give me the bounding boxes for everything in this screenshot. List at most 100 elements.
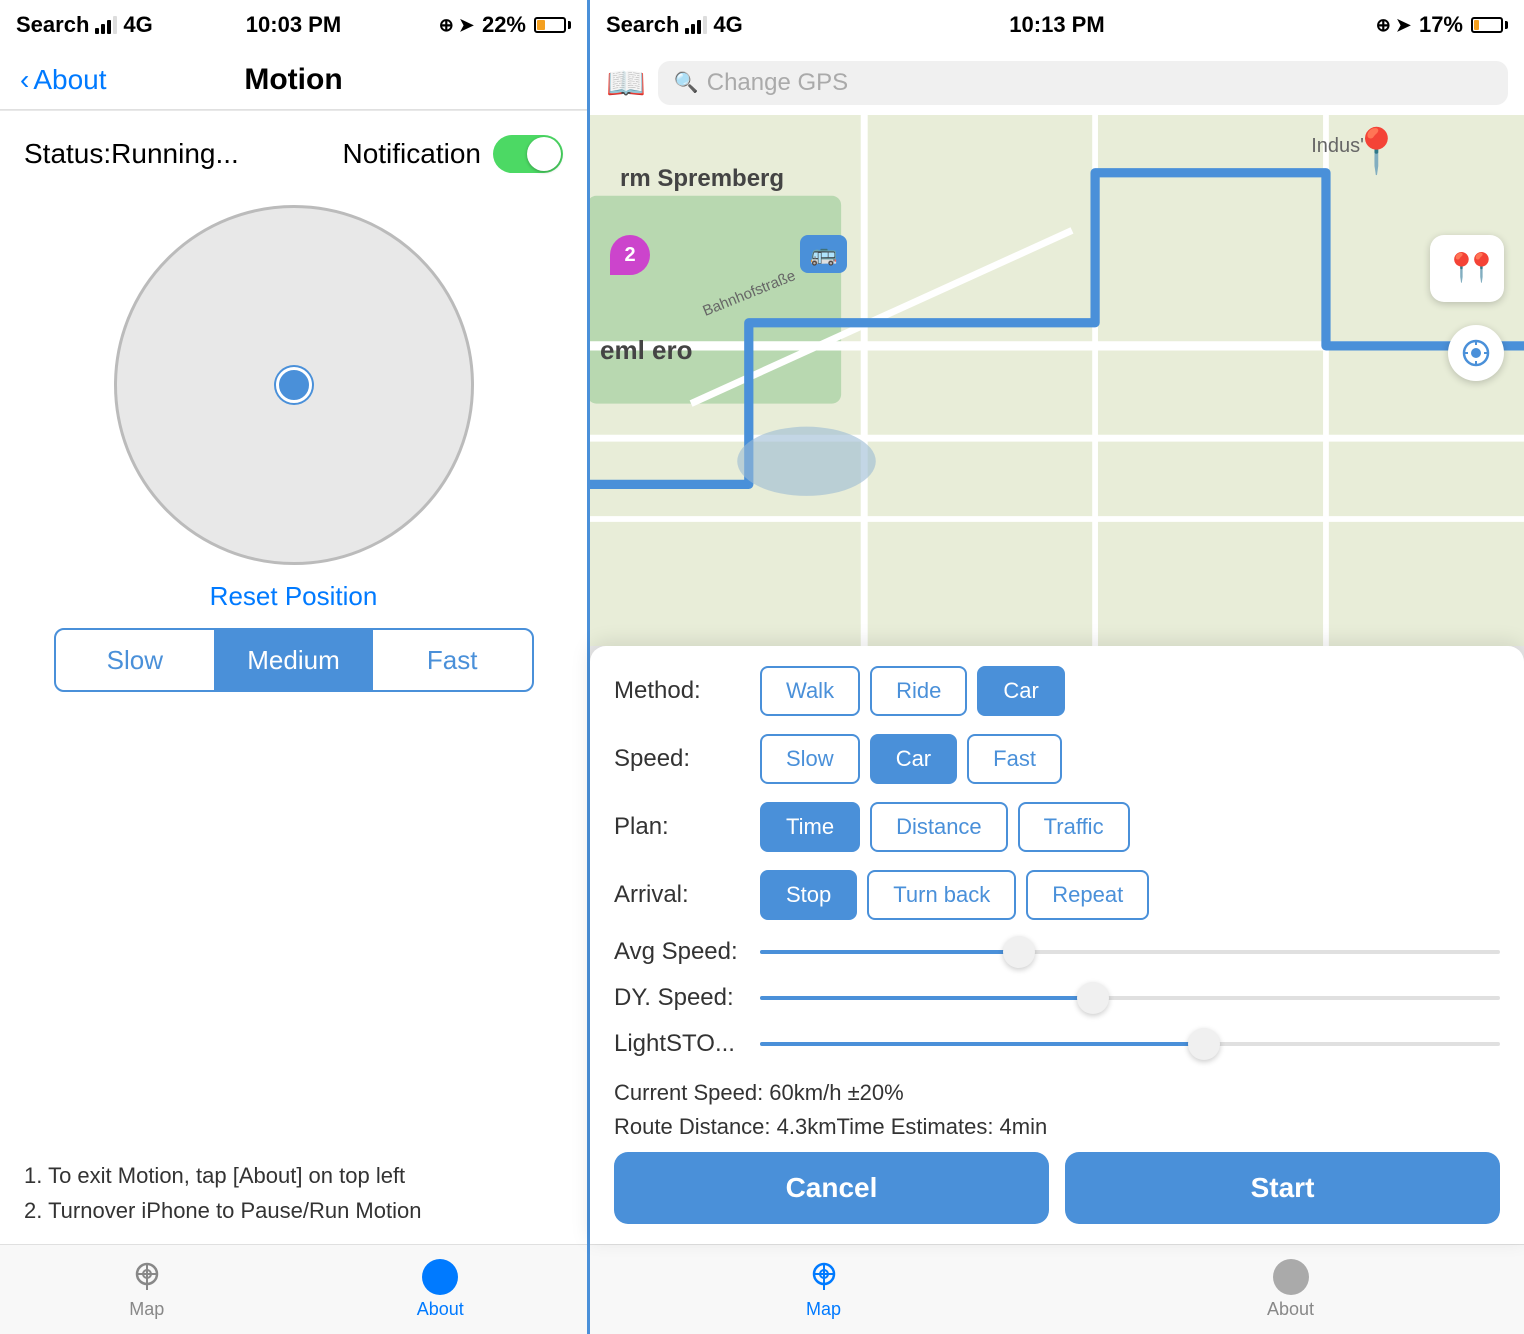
arrival-label: Arrival: [614,881,744,909]
right-status-right: ⊕ ➤ 17% [1376,12,1508,38]
avg-speed-track [760,950,1500,954]
arrival-repeat[interactable]: Repeat [1026,870,1149,920]
method-car[interactable]: Car [977,666,1064,716]
left-tab-map-label: Map [129,1299,164,1320]
left-status-bar: Search 4G 10:03 PM ⊕ ➤ 22% [0,0,587,50]
instructions: 1. To exit Motion, tap [About] on top le… [0,1142,587,1244]
right-tab-map-label: Map [806,1299,841,1320]
location-pin-top: 📍 [1349,125,1404,177]
light-label: LightSTO... [614,1030,744,1058]
right-time: 10:13 PM [1009,12,1104,38]
search-input-container[interactable]: 🔍 Change GPS [658,61,1508,105]
method-row: Method: Walk Ride Car [614,666,1500,716]
page-title: Motion [244,63,342,97]
map-city2-label: eml ero [600,335,693,366]
about-icon-active [422,1259,458,1295]
speed-slow[interactable]: Slow [760,734,860,784]
right-carrier: Search [606,12,679,38]
search-placeholder: Change GPS [707,69,848,97]
right-about-icon [1273,1259,1309,1295]
signal-bar-1 [95,28,99,34]
left-tab-map[interactable]: Map [0,1245,294,1334]
left-location-icon: ⊕ ➤ [439,15,474,36]
control-panel: Method: Walk Ride Car Speed: Slow Car Fa… [590,646,1524,1244]
speed-row: Speed: Slow Car Fast [614,734,1500,784]
left-panel: Search 4G 10:03 PM ⊕ ➤ 22% ‹ About [0,0,590,1334]
light-slider[interactable] [760,1042,1500,1046]
dy-speed-row: DY. Speed: [614,984,1500,1012]
instruction-2: 2. Turnover iPhone to Pause/Run Motion [24,1193,563,1228]
speed-fast[interactable]: Fast [967,734,1062,784]
method-options: Walk Ride Car [760,666,1065,716]
back-label: About [33,64,106,96]
left-battery-pct: 22% [482,12,526,38]
dy-speed-slider[interactable] [760,996,1500,1000]
current-location-button[interactable] [1448,325,1504,381]
right-panel: Search 4G 10:13 PM ⊕ ➤ 17% 📖 🔍 [590,0,1524,1334]
cancel-button[interactable]: Cancel [614,1152,1049,1224]
right-tab-map[interactable]: Map [590,1245,1057,1334]
plan-row: Plan: Time Distance Traffic [614,802,1500,852]
right-tab-about-label: About [1267,1299,1314,1320]
right-network: 4G [713,12,742,38]
back-chevron-icon: ‹ [20,64,29,96]
signal-bar-3 [107,20,111,34]
start-button[interactable]: Start [1065,1152,1500,1224]
right-battery-pct: 17% [1419,12,1463,38]
speed-car[interactable]: Car [870,734,957,784]
plan-time[interactable]: Time [760,802,860,852]
reset-position-button[interactable]: Reset Position [210,581,378,612]
avg-speed-label: Avg Speed: [614,938,744,966]
map-icon [129,1259,165,1295]
method-ride[interactable]: Ride [870,666,967,716]
speed-medium[interactable]: Medium [214,630,373,690]
method-label: Method: [614,677,744,705]
svg-text:📍: 📍 [1464,251,1492,284]
arrival-options: Stop Turn back Repeat [760,870,1149,920]
r-signal-bar-1 [685,28,689,34]
right-status-bar: Search 4G 10:13 PM ⊕ ➤ 17% [590,0,1524,50]
notification-row: Notification [342,135,563,173]
route-pins-button[interactable]: 📍 📍 [1430,235,1504,302]
left-time: 10:03 PM [246,12,341,38]
plan-label: Plan: [614,813,744,841]
map-background: rm Spremberg Indus' Bahnhofstraße eml er… [590,115,1524,646]
back-button[interactable]: ‹ About [20,64,107,96]
status-text: Status:Running... [24,138,239,170]
notification-label: Notification [342,138,481,170]
method-walk[interactable]: Walk [760,666,860,716]
joystick-circle[interactable] [114,205,474,565]
right-map-icon [806,1259,842,1295]
left-battery-body [534,17,566,33]
route-distance-info: Route Distance: 4.3kmTime Estimates: 4mi… [614,1110,1500,1144]
arrival-turnback[interactable]: Turn back [867,870,1016,920]
avg-speed-slider[interactable] [760,950,1500,954]
plan-distance[interactable]: Distance [870,802,1008,852]
map-svg [590,115,1524,646]
book-icon[interactable]: 📖 [606,64,646,102]
speed-fast[interactable]: Fast [373,630,532,690]
plan-traffic[interactable]: Traffic [1018,802,1130,852]
right-tab-about[interactable]: About [1057,1245,1524,1334]
right-battery-body [1471,17,1503,33]
map-area[interactable]: rm Spremberg Indus' Bahnhofstraße eml er… [590,115,1524,646]
speed-options: Slow Car Fast [760,734,1062,784]
right-search-bar: 📖 🔍 Change GPS [590,50,1524,115]
speed-slow[interactable]: Slow [56,630,215,690]
right-battery-fill [1474,20,1479,30]
notification-toggle[interactable] [493,135,563,173]
left-battery [534,17,571,33]
light-fill [760,1042,1204,1046]
speed-label: Speed: [614,745,744,773]
instruction-1: 1. To exit Motion, tap [About] on top le… [24,1158,563,1193]
r-signal-bar-2 [691,24,695,34]
route-pins-icon: 📍 📍 [1442,245,1492,285]
joystick-container: Reset Position Slow Medium Fast [0,185,587,1142]
avg-speed-fill [760,950,1019,954]
arrival-stop[interactable]: Stop [760,870,857,920]
left-tab-about[interactable]: About [294,1245,588,1334]
current-speed-info: Current Speed: 60km/h ±20% [614,1076,1500,1110]
light-track [760,1042,1500,1046]
search-glass-icon: 🔍 [674,70,699,95]
dy-speed-thumb [1077,982,1109,1014]
